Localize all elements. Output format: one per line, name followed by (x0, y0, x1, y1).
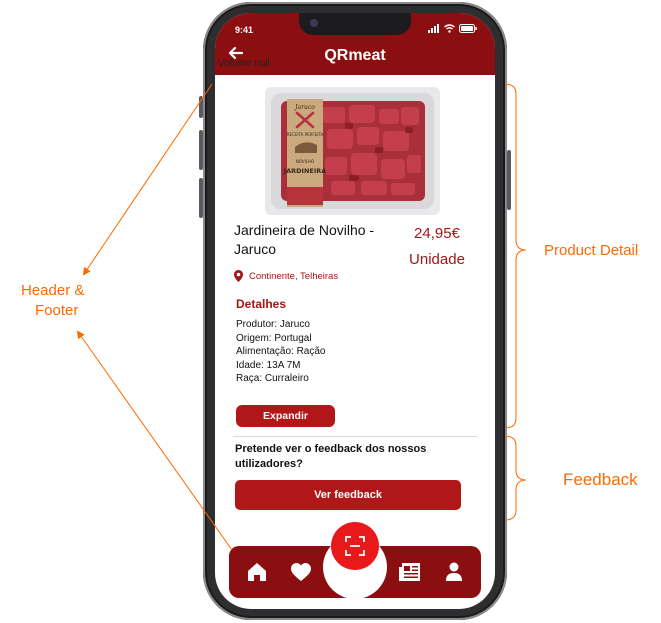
annotation-arrow-footer (76, 330, 233, 551)
annotation-overlay (76, 83, 527, 551)
annotation-product-detail: Product Detail (544, 242, 639, 259)
stage: 9:41 QRmeat Jaruco RECEITA PERFEITA NOVI… (0, 0, 661, 623)
annotation-header-footer-2: Footer (35, 302, 79, 319)
annotation-arrow-header (82, 83, 213, 276)
feedback-brace (504, 435, 527, 521)
annotation-feedback: Feedback (563, 470, 638, 489)
product-detail-brace (504, 83, 527, 429)
annotation-header-footer: Header & (21, 282, 85, 299)
